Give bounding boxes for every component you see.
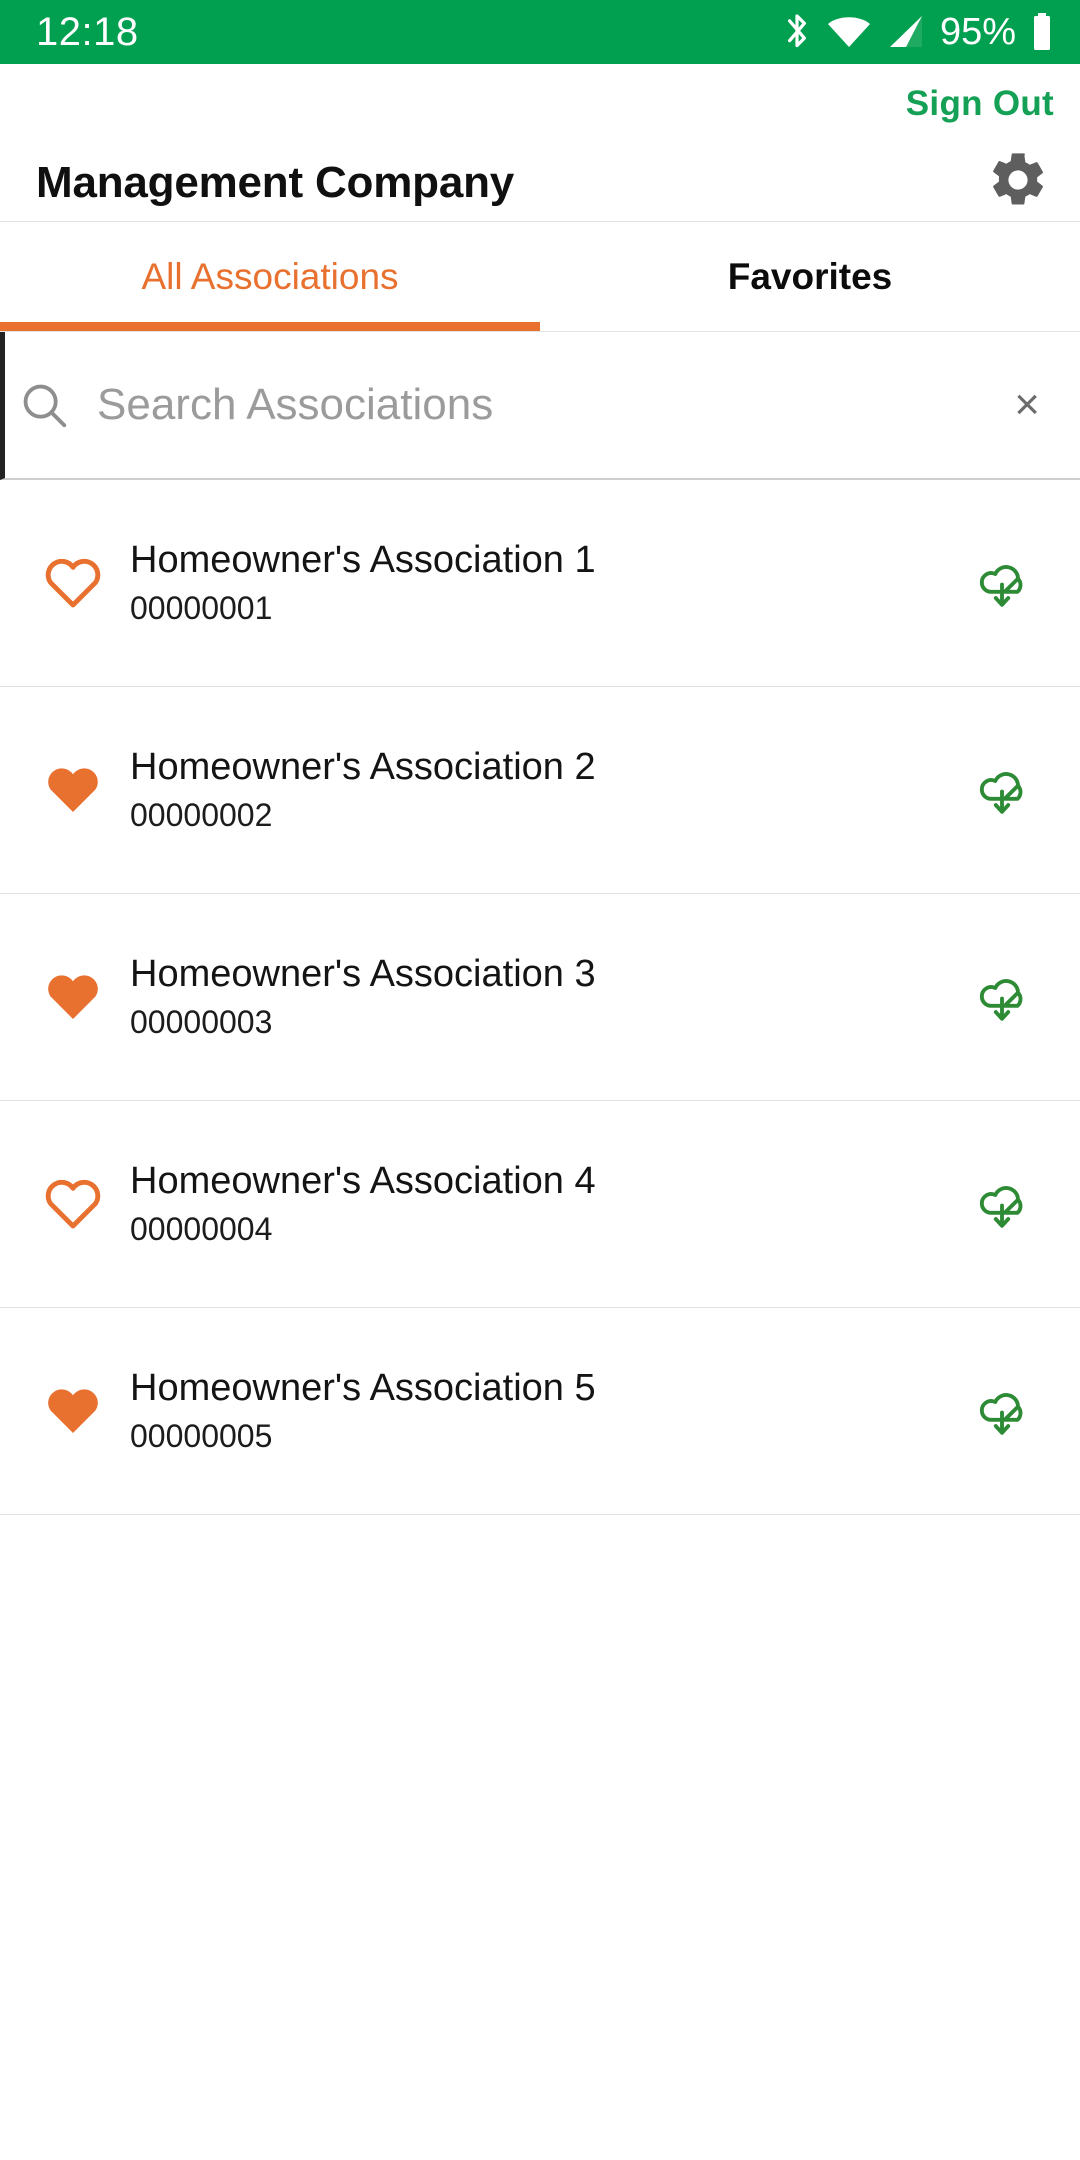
download-button[interactable] [956,1171,1048,1238]
association-name: Homeowner's Association 3 [130,952,596,995]
search-input[interactable] [97,380,1009,430]
search-bar: × [0,332,1080,480]
association-name: Homeowner's Association 4 [130,1159,596,1202]
sign-out-bar: Sign Out [0,64,1080,144]
search-icon [17,378,71,432]
favorite-toggle-button[interactable] [30,1173,116,1236]
association-id: 00000003 [130,1003,273,1040]
battery-icon [1030,12,1054,52]
cloud-download-icon [971,964,1033,1031]
wifi-icon [826,13,872,51]
app-title-bar: Management Company [0,144,1080,222]
status-time: 12:18 [36,9,139,54]
cloud-download-icon [971,550,1033,617]
association-name: Homeowner's Association 1 [130,538,596,581]
bluetooth-icon [782,11,812,53]
tab-bar: All Associations Favorites [0,222,1080,332]
download-button[interactable] [956,964,1048,1031]
cloud-download-icon [971,1171,1033,1238]
page-title: Management Company [36,157,515,207]
tab-active-indicator [0,322,540,331]
association-id: 00000002 [130,796,273,833]
row-text-block: Homeowner's Association 4 00000004 [116,1159,956,1247]
row-text-block: Homeowner's Association 2 00000002 [116,745,956,833]
cloud-download-icon [971,757,1033,824]
heart-filled-icon [42,966,104,1029]
association-id: 00000001 [130,589,273,626]
heart-filled-icon [42,759,104,822]
table-row[interactable]: Homeowner's Association 2 00000002 [0,687,1080,894]
favorite-toggle-button[interactable] [30,759,116,822]
association-id: 00000004 [130,1210,273,1247]
heart-filled-icon [42,1380,104,1443]
table-row[interactable]: Homeowner's Association 1 00000001 [0,480,1080,687]
tab-favorites[interactable]: Favorites [540,222,1080,331]
association-name: Homeowner's Association 2 [130,745,596,788]
association-id: 00000005 [130,1417,273,1454]
gear-icon [986,148,1050,217]
cellular-signal-icon [886,13,926,51]
tab-all-associations[interactable]: All Associations [0,222,540,331]
favorite-toggle-button[interactable] [30,1380,116,1443]
row-text-block: Homeowner's Association 5 00000005 [116,1366,956,1454]
association-name: Homeowner's Association 5 [130,1366,596,1409]
download-button[interactable] [956,550,1048,617]
row-text-block: Homeowner's Association 3 00000003 [116,952,956,1040]
download-button[interactable] [956,757,1048,824]
status-icons: 95% [782,11,1054,54]
row-text-block: Homeowner's Association 1 00000001 [116,538,956,626]
table-row[interactable]: Homeowner's Association 3 00000003 [0,894,1080,1101]
cloud-download-icon [971,1378,1033,1445]
favorite-toggle-button[interactable] [30,966,116,1029]
table-row[interactable]: Homeowner's Association 5 00000005 [0,1308,1080,1515]
settings-button[interactable] [986,148,1050,217]
sign-out-button[interactable]: Sign Out [906,84,1054,124]
tab-all-associations-label: All Associations [141,255,399,297]
associations-list: Homeowner's Association 1 00000001 Homeo [0,480,1080,1515]
table-row[interactable]: Homeowner's Association 4 00000004 [0,1101,1080,1308]
status-bar: 12:18 95% [0,0,1080,64]
tab-favorites-label: Favorites [727,255,893,297]
favorite-toggle-button[interactable] [30,552,116,615]
heart-outline-icon [42,1173,104,1236]
battery-percent-label: 95% [939,10,1016,53]
clear-search-button[interactable]: × [1008,383,1046,427]
download-button[interactable] [956,1378,1048,1445]
heart-outline-icon [42,552,104,615]
